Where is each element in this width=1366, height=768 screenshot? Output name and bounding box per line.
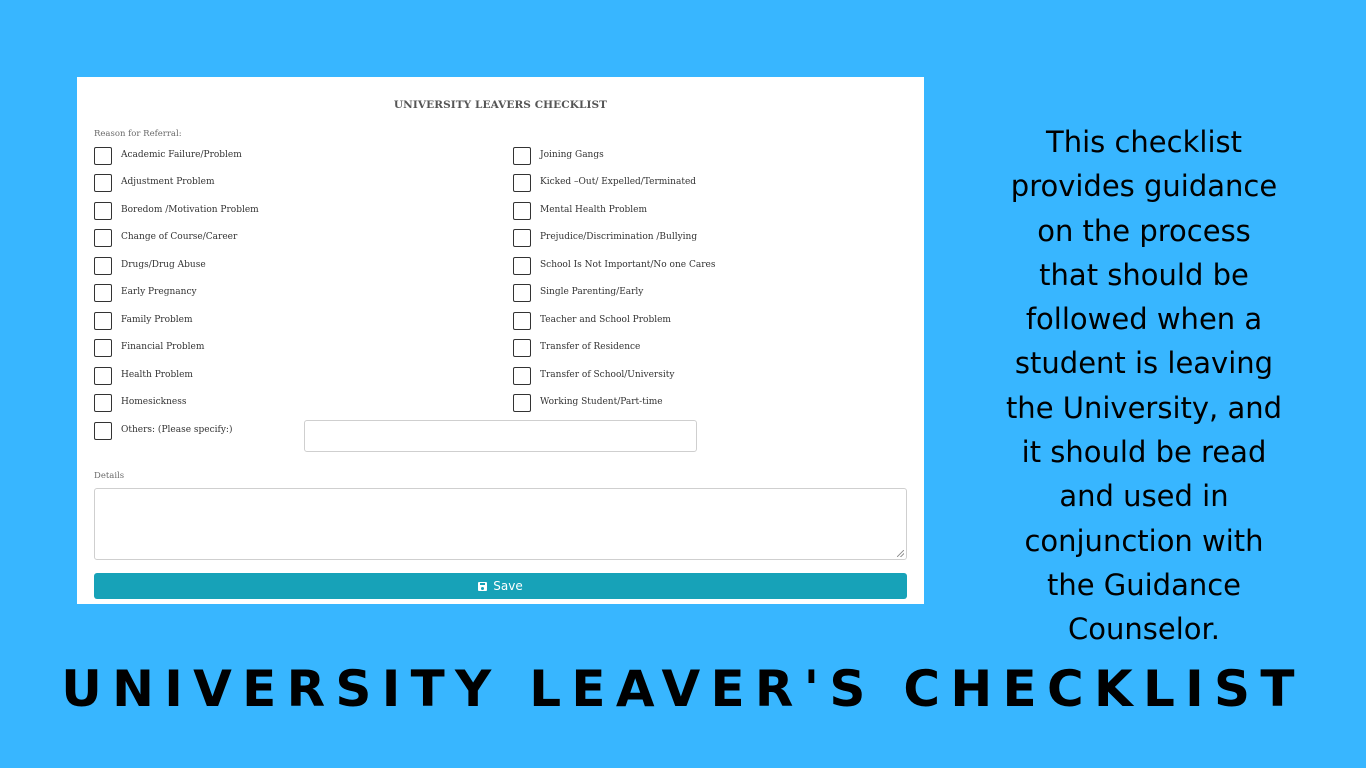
description-line: the Guidance	[1046, 567, 1242, 602]
checkbox-box[interactable]	[94, 284, 112, 302]
checkbox-working-student[interactable]: Working Student/Part-time	[513, 392, 663, 414]
checkbox-box[interactable]	[513, 312, 531, 330]
checkbox-prejudice[interactable]: Prejudice/Discrimination /Bullying	[513, 227, 697, 249]
description-line: This checklist	[1046, 125, 1242, 159]
others-specify-input[interactable]	[304, 420, 697, 452]
checkbox-school-not-important[interactable]: School Is Not Important/No one Cares	[513, 255, 715, 277]
checkbox-transfer-of-school[interactable]: Transfer of School/University	[513, 365, 674, 387]
checkbox-adjustment-problem[interactable]: Adjustment Problem	[94, 172, 215, 194]
checkbox-label: Joining Gangs	[540, 149, 604, 160]
checkbox-family-problem[interactable]: Family Problem	[94, 310, 193, 332]
checkbox-label: Transfer of Residence	[540, 341, 641, 352]
checkbox-label: Financial Problem	[121, 341, 205, 352]
checkbox-box[interactable]	[94, 202, 112, 220]
checkbox-label: Single Parenting/Early	[540, 286, 644, 297]
checkbox-label: Adjustment Problem	[121, 176, 215, 187]
checkbox-transfer-of-residence[interactable]: Transfer of Residence	[513, 337, 640, 359]
checkbox-box[interactable]	[94, 394, 112, 412]
checkbox-label: Boredom /Motivation Problem	[121, 204, 259, 215]
checkbox-box[interactable]	[94, 257, 112, 275]
checkbox-box[interactable]	[513, 174, 531, 192]
checkbox-label: Health Problem	[121, 369, 193, 380]
checkbox-label: Others: (Please specify:)	[121, 424, 233, 435]
checkbox-label: Prejudice/Discrimination /Bullying	[540, 231, 698, 242]
checkbox-box[interactable]	[513, 229, 531, 247]
save-button[interactable]: Save	[94, 573, 907, 599]
checkbox-label: Early Pregnancy	[121, 286, 197, 297]
checkbox-teacher-school-problem[interactable]: Teacher and School Problem	[513, 310, 671, 332]
checkbox-label: Drugs/Drug Abuse	[121, 259, 206, 270]
checkbox-mental-health[interactable]: Mental Health Problem	[513, 200, 647, 222]
description-line: followed when a	[1025, 302, 1263, 337]
checkbox-box[interactable]	[513, 147, 531, 165]
checkbox-joining-gangs[interactable]: Joining Gangs	[513, 145, 604, 167]
checkbox-change-of-course[interactable]: Change of Course/Career	[94, 227, 237, 249]
checkbox-box[interactable]	[94, 312, 112, 330]
checkbox-label: School Is Not Important/No one Cares	[540, 259, 716, 270]
checkbox-box[interactable]	[94, 367, 112, 385]
checkbox-label: Transfer of School/University	[540, 369, 675, 380]
description-line: provides guidance	[1010, 169, 1278, 204]
checklist-form-card: UNIVERSITY LEAVERS CHECKLIST Reason for …	[77, 77, 924, 604]
checkbox-financial-problem[interactable]: Financial Problem	[94, 337, 204, 359]
checkbox-box[interactable]	[513, 284, 531, 302]
description-line: Counselor.	[1068, 612, 1220, 647]
save-button-label: Save	[493, 579, 523, 593]
checkbox-label: Kicked –Out/ Expelled/Terminated	[540, 176, 697, 187]
checkbox-box[interactable]	[513, 339, 531, 357]
checkbox-box[interactable]	[94, 174, 112, 192]
form-title: UNIVERSITY LEAVERS CHECKLIST	[393, 99, 608, 111]
description-line: student is leaving	[1014, 346, 1274, 381]
checkbox-box[interactable]	[94, 147, 112, 165]
details-label: Details	[94, 471, 125, 481]
checkbox-box[interactable]	[94, 339, 112, 357]
checkbox-academic-failure[interactable]: Academic Failure/Problem	[94, 145, 242, 167]
floppy-disk-icon	[478, 581, 488, 591]
reason-for-referral-label: Reason for Referral:	[94, 129, 182, 139]
description-line: conjunction with	[1024, 523, 1264, 558]
description-line: it should be read	[1021, 435, 1267, 470]
checkbox-single-parenting[interactable]: Single Parenting/Early	[513, 282, 643, 304]
details-textarea[interactable]	[94, 488, 907, 560]
checkbox-box[interactable]	[513, 394, 531, 412]
description-text: This checklist provides guidance on the …	[990, 120, 1298, 652]
checkbox-label: Teacher and School Problem	[540, 314, 671, 325]
description-line: that should be	[1039, 257, 1249, 292]
checkbox-homesickness[interactable]: Homesickness	[94, 392, 186, 414]
checkbox-label: Working Student/Part-time	[540, 396, 663, 407]
checkbox-early-pregnancy[interactable]: Early Pregnancy	[94, 282, 197, 304]
checkbox-label: Family Problem	[121, 314, 193, 325]
resize-grip-icon[interactable]	[897, 550, 904, 557]
checkbox-label: Mental Health Problem	[540, 204, 648, 215]
description-line: on the process	[1037, 213, 1251, 248]
checkbox-label: Homesickness	[121, 396, 187, 407]
checkbox-label: Change of Course/Career	[121, 231, 238, 242]
checkbox-boredom-motivation[interactable]: Boredom /Motivation Problem	[94, 200, 259, 222]
description-line: the University, and	[1005, 390, 1283, 425]
checkbox-box[interactable]	[513, 202, 531, 220]
checkbox-box[interactable]	[513, 257, 531, 275]
banner-title: UNIVERSITY LEAVER'S CHECKLIST	[61, 660, 1305, 718]
checkbox-drugs[interactable]: Drugs/Drug Abuse	[94, 255, 206, 277]
checkbox-label: Academic Failure/Problem	[121, 149, 242, 160]
checkbox-box[interactable]	[513, 367, 531, 385]
checkbox-health-problem[interactable]: Health Problem	[94, 365, 193, 387]
checkbox-box[interactable]	[94, 229, 112, 247]
checkbox-kicked-out[interactable]: Kicked –Out/ Expelled/Terminated	[513, 172, 696, 194]
checkbox-others[interactable]: Others: (Please specify:)	[94, 420, 232, 442]
checkbox-box[interactable]	[94, 422, 112, 440]
description-line: and used in	[1059, 479, 1229, 514]
